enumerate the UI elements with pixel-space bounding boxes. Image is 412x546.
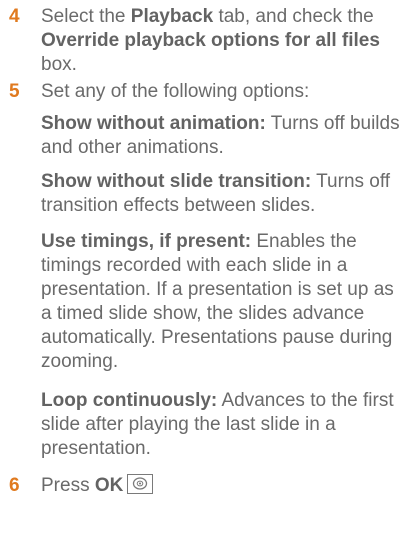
step-number: 4 xyxy=(9,6,20,27)
ok-button-icon xyxy=(127,473,154,494)
option-show-without-animation: Show without animation: Turns off builds… xyxy=(41,112,407,160)
step-text-post: box. xyxy=(41,54,77,75)
step-text: Select the Playback tab, and check the O… xyxy=(41,5,409,77)
option-show-without-slide-transition: Show without slide transition: Turns off… xyxy=(41,170,407,218)
step-text: Press OK xyxy=(41,473,409,498)
option-desc: Enables the timings recorded with each s… xyxy=(41,231,394,372)
option-loop-continuously: Loop continuously: Advances to the first… xyxy=(41,389,407,461)
step-number: 5 xyxy=(9,81,20,102)
ok-label: OK xyxy=(94,475,124,496)
step-text-pre: Select the xyxy=(41,6,131,27)
step-text: Set any of the following options: xyxy=(41,81,310,102)
step-text-pre: Press xyxy=(41,475,95,496)
instruction-page: 4 Select the Playback tab, and check the… xyxy=(0,0,412,546)
option-use-timings: Use timings, if present: Enables the tim… xyxy=(41,230,407,374)
step-number: 6 xyxy=(9,475,20,496)
option-term: Show without slide transition: xyxy=(41,171,312,192)
option-term: Loop continuously: xyxy=(41,390,218,411)
option-term: Show without animation: xyxy=(41,113,266,134)
override-playback-label: Override playback options for all files xyxy=(41,30,380,51)
option-term: Use timings, if present: xyxy=(41,231,252,252)
playback-tab-label: Playback xyxy=(130,6,214,27)
step-text-mid: tab, and check the xyxy=(213,6,374,27)
